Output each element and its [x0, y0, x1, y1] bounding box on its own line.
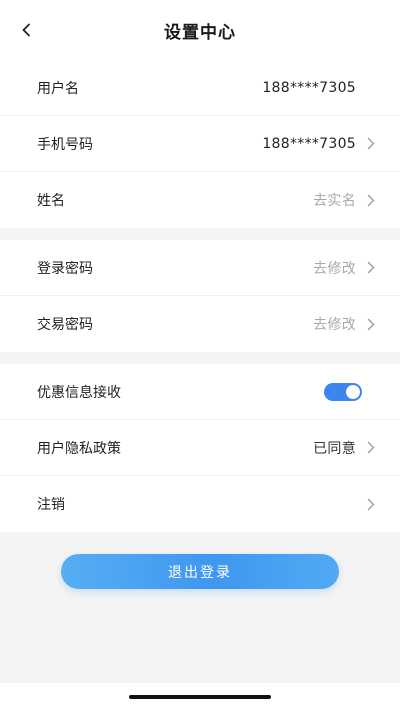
- settings-group: 优惠信息接收 用户隐私政策 已同意 注销: [0, 364, 400, 532]
- page-title: 设置中心: [164, 22, 236, 43]
- cancel-account-row[interactable]: 注销: [0, 476, 400, 532]
- back-button[interactable]: [14, 17, 40, 43]
- login-password-row[interactable]: 登录密码 去修改: [0, 240, 400, 296]
- username-value: 188****7305: [262, 79, 356, 96]
- account-group: 用户名 188****7305 手机号码 188****7305 姓名 去实名: [0, 60, 400, 228]
- privacy-policy-label: 用户隐私政策: [37, 440, 121, 457]
- privacy-policy-value: 已同意: [313, 440, 356, 457]
- real-name-label: 姓名: [37, 193, 65, 209]
- trade-password-right: 去修改: [313, 314, 378, 334]
- chevron-right-icon: [364, 193, 378, 207]
- promo-label: 优惠信息接收: [37, 384, 121, 401]
- username-right: 188****7305: [262, 80, 378, 96]
- real-name-row[interactable]: 姓名 去实名: [0, 172, 400, 228]
- cancel-account-right: [356, 497, 378, 511]
- trade-password-label: 交易密码: [37, 317, 93, 333]
- home-indicator-area: [0, 683, 400, 711]
- privacy-policy-right: 已同意: [313, 438, 378, 458]
- username-label: 用户名: [37, 80, 79, 97]
- navigation-bar: 设置中心: [0, 0, 400, 60]
- trade-password-value: 去修改: [313, 317, 356, 333]
- phone-label: 手机号码: [37, 136, 93, 153]
- toggle-knob: [346, 384, 360, 399]
- phone-right: 188****7305: [262, 136, 378, 152]
- promo-row: 优惠信息接收: [0, 364, 400, 420]
- promo-toggle[interactable]: [324, 382, 362, 401]
- logout-button[interactable]: 退出登录: [61, 554, 339, 589]
- real-name-value: 去实名: [313, 193, 356, 209]
- trade-password-row[interactable]: 交易密码 去修改: [0, 296, 400, 352]
- cancel-account-label: 注销: [37, 497, 65, 513]
- login-password-value: 去修改: [313, 260, 356, 277]
- logout-container: 退出登录: [0, 554, 400, 589]
- login-password-right: 去修改: [313, 258, 378, 278]
- phone-row[interactable]: 手机号码 188****7305: [0, 116, 400, 172]
- chevron-right-icon: [364, 317, 378, 331]
- chevron-right-icon: [364, 137, 378, 151]
- security-group: 登录密码 去修改 交易密码 去修改: [0, 240, 400, 352]
- chevron-right-icon: [364, 441, 378, 455]
- chevron-left-icon: [22, 23, 30, 37]
- privacy-policy-row[interactable]: 用户隐私政策 已同意: [0, 420, 400, 476]
- phone-value: 188****7305: [262, 135, 356, 152]
- chevron-right-icon: [364, 261, 378, 275]
- home-indicator[interactable]: [129, 695, 271, 699]
- real-name-right: 去实名: [313, 190, 378, 210]
- login-password-label: 登录密码: [37, 260, 93, 277]
- chevron-right-icon: [364, 497, 378, 511]
- username-row: 用户名 188****7305: [0, 60, 400, 116]
